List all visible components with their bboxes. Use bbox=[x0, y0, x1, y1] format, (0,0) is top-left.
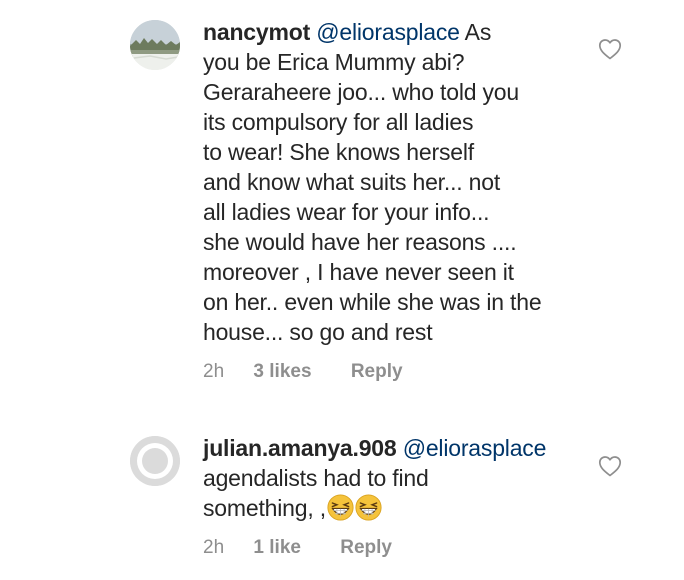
avatar[interactable] bbox=[130, 436, 180, 486]
comment-body-line: to wear! She knows herself bbox=[203, 139, 474, 165]
reply-button[interactable]: Reply bbox=[340, 537, 392, 559]
comment-body-line: you be Erica Mummy abi? bbox=[203, 49, 465, 75]
comment-mention[interactable]: @eliorasplace bbox=[316, 19, 460, 45]
heart-outline-icon[interactable] bbox=[598, 455, 622, 477]
comment-body-line: As bbox=[464, 19, 492, 45]
grinning-squinting-face-emoji bbox=[355, 494, 382, 521]
comment-timestamp: 2h bbox=[203, 361, 225, 382]
heart-outline-icon[interactable] bbox=[598, 38, 622, 60]
comment-body-line: on her.. even while she was in the bbox=[203, 289, 542, 315]
comment-body-line: and know what suits her... not bbox=[203, 169, 501, 195]
comment-body-line: its compulsory for all ladies bbox=[203, 109, 474, 135]
comment-body-line: agendalists had to find bbox=[203, 465, 429, 491]
profile-photo-icon bbox=[130, 20, 180, 70]
comment-meta: 2h 3 likes Reply bbox=[203, 361, 403, 383]
comments-panel: nancymot @eliorasplace As you be Erica M… bbox=[0, 0, 684, 580]
comment-username[interactable]: nancymot bbox=[203, 19, 310, 45]
comment-likes-count[interactable]: 1 like bbox=[253, 537, 301, 559]
comment-meta: 2h 1 like Reply bbox=[203, 537, 392, 559]
comment-body-line: all ladies wear for your info... bbox=[203, 199, 490, 225]
comment-body-line: moreover , I have never seen it bbox=[203, 259, 514, 285]
comment-text: julian.amanya.908 @eliorasplace agendali… bbox=[203, 433, 598, 523]
comment-body-line: Geraraheere joo... who told you bbox=[203, 79, 519, 105]
comment-body-line: she would have her reasons .... bbox=[203, 229, 517, 255]
comment-mention[interactable]: @eliorasplace bbox=[403, 435, 547, 461]
comment-body-line: something, , bbox=[203, 495, 326, 521]
comment-likes-count[interactable]: 3 likes bbox=[253, 361, 311, 383]
comment-text: nancymot @eliorasplace As you be Erica M… bbox=[203, 17, 598, 347]
comment-body-line: house... so go and rest bbox=[203, 319, 433, 345]
default-avatar-icon bbox=[130, 436, 180, 486]
comment-timestamp: 2h bbox=[203, 537, 225, 558]
grinning-squinting-face-emoji bbox=[327, 494, 354, 521]
avatar[interactable] bbox=[130, 20, 180, 70]
reply-button[interactable]: Reply bbox=[351, 361, 403, 383]
comment-username[interactable]: julian.amanya.908 bbox=[203, 435, 397, 461]
